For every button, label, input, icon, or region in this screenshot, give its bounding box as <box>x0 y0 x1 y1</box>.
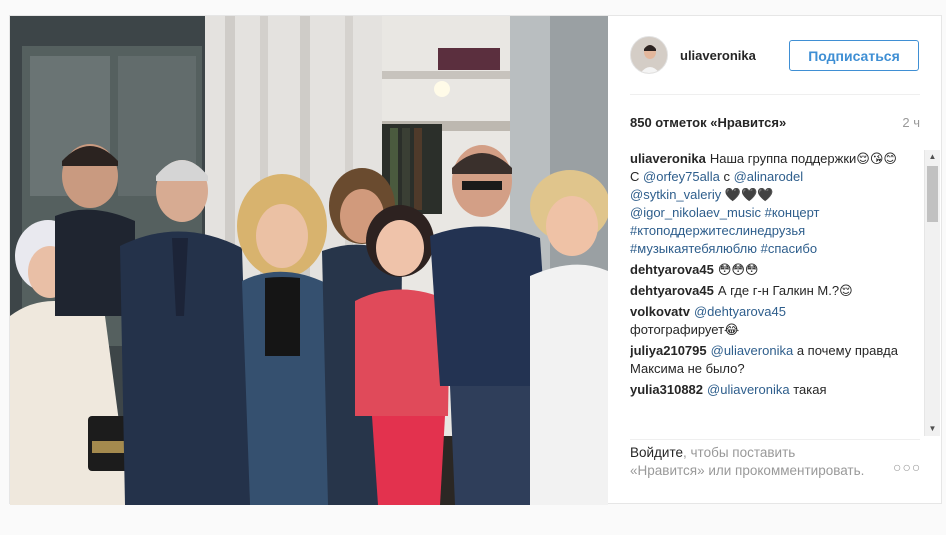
login-prompt: Войдите, чтобы поставить «Нравится» или … <box>630 444 870 480</box>
mention-link[interactable]: @sytkin_valeriy <box>630 187 721 202</box>
caption: uliaveronika Наша группа поддержки😌😘😊 С @… <box>630 150 920 258</box>
hearts-emoji: 🖤🖤🖤 <box>724 187 774 202</box>
comments-list[interactable]: uliaveronika Наша группа поддержки😌😘😊 С @… <box>630 150 920 436</box>
divider <box>630 439 920 440</box>
post-header: uliaveronika Подписаться <box>608 16 943 95</box>
mention-link[interactable]: @igor_nikolaev_music <box>630 205 761 220</box>
comment-username[interactable]: juliya210795 <box>630 343 707 358</box>
login-link[interactable]: Войдите <box>630 445 683 460</box>
post-side-panel: uliaveronika Подписаться 850 отметок «Нр… <box>608 16 943 505</box>
caption-username[interactable]: uliaveronika <box>630 151 706 166</box>
comments-scrollbar[interactable]: ▲ ▼ <box>924 150 940 436</box>
mention-link[interactable]: @uliaveronika <box>711 343 794 358</box>
post-photo-image <box>10 16 608 505</box>
mention-link[interactable]: @orfey75alla <box>643 169 720 184</box>
divider <box>630 94 920 95</box>
username-link[interactable]: uliaveronika <box>680 48 756 63</box>
comment: yulia310882 @uliaveronika такая <box>630 381 920 399</box>
comment-username[interactable]: dehtyarova45 <box>630 262 714 277</box>
mention-link[interactable]: @uliaveronika <box>707 382 790 397</box>
avatar-image <box>631 37 667 73</box>
comment: volkovatv @dehtyarova45 фотографирует😂 <box>630 303 920 339</box>
caption-text: Наша группа поддержки😌😘😊 <box>709 151 897 166</box>
follow-button[interactable]: Подписаться <box>789 40 919 71</box>
more-options-icon[interactable]: ○○○ <box>893 459 921 475</box>
comment: dehtyarova45 А где г-н Галкин М.?😌 <box>630 282 920 300</box>
likes-row: 850 отметок «Нравится» 2 ч <box>630 113 920 133</box>
comment: dehtyarova45 😳😳😳 <box>630 261 920 279</box>
comment-username[interactable]: volkovatv <box>630 304 690 319</box>
post-timestamp: 2 ч <box>902 115 920 130</box>
mention-link[interactable]: @alinarodel <box>734 169 804 184</box>
scroll-down-arrow-icon[interactable]: ▼ <box>925 422 940 436</box>
caption-text: С <box>630 169 640 184</box>
comment-username[interactable]: yulia310882 <box>630 382 703 397</box>
hashtag-link[interactable]: #музыкаятебялюблю <box>630 241 757 256</box>
hashtag-link[interactable]: #концерт <box>765 205 820 220</box>
comment: juliya210795 @uliaveronika а почему правд… <box>630 342 920 378</box>
hashtag-link[interactable]: #спасибо <box>761 241 817 256</box>
comment-text: фотографирует😂 <box>630 322 740 337</box>
instagram-post: uliaveronika Подписаться 850 отметок «Нр… <box>9 15 943 505</box>
avatar[interactable] <box>630 36 668 74</box>
mention-link[interactable]: @dehtyarova45 <box>694 304 786 319</box>
comment-text: А где г-н Галкин М.?😌 <box>717 283 853 298</box>
hashtag-link[interactable]: #ктоподдержитеслинедрузья <box>630 223 805 238</box>
comment-username[interactable]: dehtyarova45 <box>630 283 714 298</box>
comment-text: такая <box>793 382 827 397</box>
caption-text: с <box>723 169 730 184</box>
scrollbar-thumb[interactable] <box>927 166 938 222</box>
comment-text: 😳😳😳 <box>717 262 759 277</box>
post-photo[interactable] <box>10 16 608 505</box>
likes-count[interactable]: 850 отметок «Нравится» <box>630 115 786 130</box>
scroll-up-arrow-icon[interactable]: ▲ <box>925 150 940 164</box>
